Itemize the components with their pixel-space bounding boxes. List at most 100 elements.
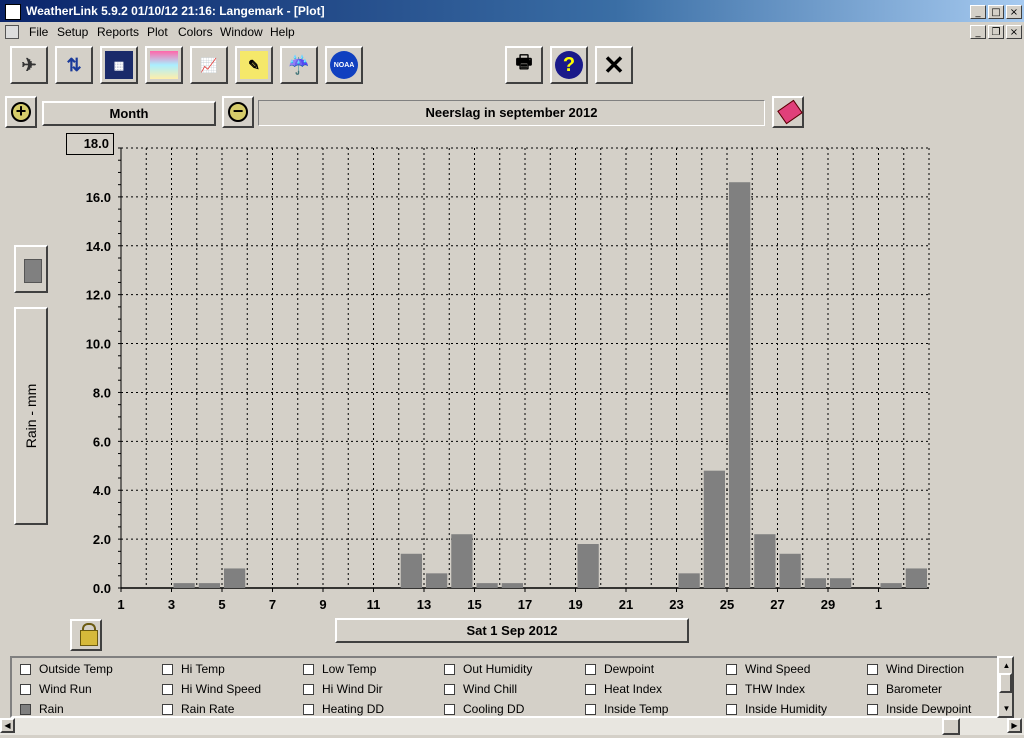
checkbox-inside-temp[interactable]: Inside Temp (585, 702, 668, 716)
checkbox-hi-temp[interactable]: Hi Temp (162, 662, 225, 676)
maximize-button[interactable]: □ (988, 5, 1004, 19)
checkbox-box[interactable] (162, 683, 173, 695)
checkbox-label: Inside Humidity (745, 702, 828, 716)
checkbox-rain[interactable]: Rain (20, 702, 64, 716)
document-icon[interactable] (5, 25, 19, 39)
checkbox-barometer[interactable]: Barometer (867, 682, 942, 696)
noaa-button[interactable]: NOAA (325, 46, 363, 84)
y-tick-label: 14.0 (86, 239, 111, 254)
help-button[interactable]: ? (550, 46, 588, 84)
period-button[interactable]: Month (42, 101, 216, 126)
menu-window[interactable]: Window (220, 25, 263, 39)
hscroll-thumb[interactable] (942, 718, 960, 735)
app-icon[interactable] (5, 4, 21, 20)
menu-colors[interactable]: Colors (178, 25, 213, 39)
checkbox-wind-direction[interactable]: Wind Direction (867, 662, 964, 676)
checkbox-thw-index[interactable]: THW Index (726, 682, 805, 696)
checkbox-hi-wind-dir[interactable]: Hi Wind Dir (303, 682, 383, 696)
horizontal-scrollbar[interactable]: ◀ ▶ (0, 718, 1024, 735)
doc-restore-button[interactable]: ❐ (988, 25, 1004, 39)
checkbox-box[interactable] (303, 703, 314, 715)
strip-chart-button[interactable] (145, 46, 183, 84)
print-button[interactable]: 🖶 (505, 46, 543, 84)
checkbox-box[interactable] (444, 663, 455, 675)
connect-button[interactable]: ✈ (10, 46, 48, 84)
doc-close-button[interactable]: × (1006, 25, 1022, 39)
browse-button[interactable]: 📈 (190, 46, 228, 84)
checkbox-box[interactable] (585, 663, 596, 675)
minimize-button[interactable]: _ (970, 5, 986, 19)
checkbox-cooling-dd[interactable]: Cooling DD (444, 702, 524, 716)
scroll-left-icon[interactable]: ◀ (0, 718, 15, 733)
checkbox-box[interactable] (585, 683, 596, 695)
checkbox-out-humidity[interactable]: Out Humidity (444, 662, 532, 676)
checkbox-box[interactable] (726, 663, 737, 675)
checkbox-label: Barometer (886, 682, 943, 696)
checkbox-hi-wind-speed[interactable]: Hi Wind Speed (162, 682, 261, 696)
checkbox-rain-rate[interactable]: Rain Rate (162, 702, 234, 716)
checkbox-inside-dewpoint[interactable]: Inside Dewpoint (867, 702, 971, 716)
scroll-down-icon[interactable]: ▼ (999, 701, 1014, 716)
close-window-button[interactable]: × (1006, 5, 1022, 19)
checkbox-label: Rain (39, 702, 64, 716)
zoom-out-button[interactable]: − (222, 96, 254, 128)
menu-setup[interactable]: Setup (57, 25, 88, 39)
strip-chart-icon (150, 51, 178, 79)
checkbox-box[interactable] (20, 703, 31, 715)
checkbox-box[interactable] (585, 703, 596, 715)
checkbox-heating-dd[interactable]: Heating DD (303, 702, 384, 716)
scroll-thumb[interactable] (999, 673, 1012, 693)
checkbox-box[interactable] (867, 683, 878, 695)
menu-reports[interactable]: Reports (97, 25, 139, 39)
date-button[interactable]: Sat 1 Sep 2012 (335, 618, 689, 643)
y-max-box[interactable]: 18.0 (66, 133, 114, 155)
checkbox-heat-index[interactable]: Heat Index (585, 682, 662, 696)
checkbox-box[interactable] (162, 703, 173, 715)
x-tick-label: 15 (467, 597, 481, 612)
checkbox-box[interactable] (867, 703, 878, 715)
notes-button[interactable]: ✎ (235, 46, 273, 84)
zoom-in-button[interactable]: + (5, 96, 37, 128)
doc-minimize-button[interactable]: _ (970, 25, 986, 39)
checkbox-box[interactable] (726, 683, 737, 695)
color-swatch-button[interactable] (14, 245, 48, 293)
checkbox-outside-temp[interactable]: Outside Temp (20, 662, 113, 676)
menu-help[interactable]: Help (270, 25, 295, 39)
lock-button[interactable] (70, 619, 102, 651)
plot-title[interactable]: Neerslag in september 2012 (258, 100, 765, 126)
checkbox-wind-chill[interactable]: Wind Chill (444, 682, 517, 696)
x-tick-label: 21 (619, 597, 633, 612)
scroll-right-icon[interactable]: ▶ (1007, 718, 1022, 733)
checkbox-box[interactable] (303, 683, 314, 695)
bulletin-button[interactable]: ▦ (100, 46, 138, 84)
eraser-button[interactable] (772, 96, 804, 128)
menu-file[interactable]: File (29, 25, 48, 39)
checkbox-inside-humidity[interactable]: Inside Humidity (726, 702, 827, 716)
checkbox-box[interactable] (20, 683, 31, 695)
checkbox-box[interactable] (20, 663, 31, 675)
checkbox-wind-speed[interactable]: Wind Speed (726, 662, 810, 676)
checkbox-box[interactable] (444, 683, 455, 695)
download-button[interactable]: ⇅ (55, 46, 93, 84)
bulletin-icon: ▦ (105, 51, 133, 79)
checkbox-box[interactable] (867, 663, 878, 675)
rain-bar (779, 553, 801, 588)
checkbox-label: Inside Dewpoint (886, 702, 972, 716)
checkbox-box[interactable] (162, 663, 173, 675)
checkbox-box[interactable] (444, 703, 455, 715)
scroll-up-icon[interactable]: ▲ (999, 658, 1014, 673)
close-plot-button[interactable]: ✕ (595, 46, 633, 84)
y-axis-button[interactable]: Rain - mm (14, 307, 48, 525)
checkbox-low-temp[interactable]: Low Temp (303, 662, 376, 676)
menu-plot[interactable]: Plot (147, 25, 168, 39)
checkbox-dewpoint[interactable]: Dewpoint (585, 662, 654, 676)
checkbox-box[interactable] (303, 663, 314, 675)
checkbox-box[interactable] (726, 703, 737, 715)
window-title: WeatherLink 5.9.2 01/10/12 21:16: Langem… (26, 4, 325, 18)
vertical-scrollbar[interactable]: ▲ ▼ (997, 656, 1014, 718)
rain-button[interactable]: ☔ (280, 46, 318, 84)
x-tick-label: 29 (821, 597, 835, 612)
x-tick-label: 3 (168, 597, 175, 612)
checkbox-wind-run[interactable]: Wind Run (20, 682, 92, 696)
checkbox-label: Rain Rate (181, 702, 235, 716)
